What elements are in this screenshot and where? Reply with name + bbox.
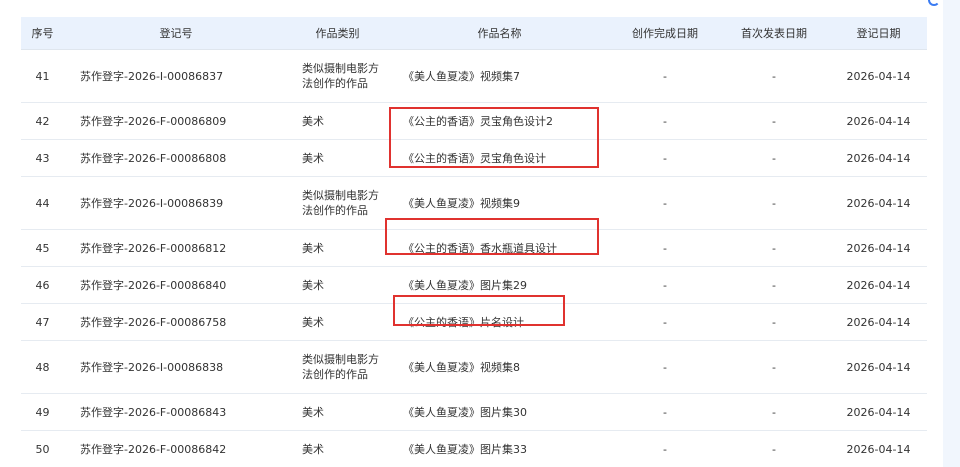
cell-completion-date: - [612,340,718,394]
header-work-name: 作品名称 [387,17,612,50]
cell-registration-date: 2026-04-14 [830,430,927,467]
cell-category: 类似摄制电影方法创作的作品 [288,340,387,394]
loading-spinner-icon [928,0,940,6]
table-row: 45 苏作登字-2026-F-00086812 美术 《公主的香语》香水瓶道具设… [21,229,927,267]
cell-category: 美术 [288,139,387,177]
cell-completion-date: - [612,49,718,103]
cell-index: 45 [21,229,64,267]
cell-work-name: 《美人鱼夏凌》图片集33 [387,430,612,467]
table-row: 42 苏作登字-2026-F-00086809 美术 《公主的香语》灵宝角色设计… [21,102,927,140]
header-registration-date: 登记日期 [830,17,927,50]
cell-registration-no: 苏作登字-2026-I-00086839 [64,176,288,230]
table-row: 49 苏作登字-2026-F-00086843 美术 《美人鱼夏凌》图片集30 … [21,393,927,431]
table-row: 46 苏作登字-2026-F-00086840 美术 《美人鱼夏凌》图片集29 … [21,266,927,304]
table-body: 41 苏作登字-2026-I-00086837 类似摄制电影方法创作的作品 《美… [21,49,927,467]
cell-work-name: 《公主的香语》灵宝角色设计 [387,139,612,177]
cell-registration-date: 2026-04-14 [830,176,927,230]
table-row: 47 苏作登字-2026-F-00086758 美术 《公主的香语》片名设计 -… [21,303,927,341]
header-registration-no: 登记号 [64,17,288,50]
cell-registration-date: 2026-04-14 [830,102,927,140]
cell-completion-date: - [612,139,718,177]
cell-index: 46 [21,266,64,304]
table-row: 43 苏作登字-2026-F-00086808 美术 《公主的香语》灵宝角色设计… [21,139,927,177]
cell-index: 42 [21,102,64,140]
table-row: 48 苏作登字-2026-I-00086838 类似摄制电影方法创作的作品 《美… [21,340,927,394]
cell-completion-date: - [612,430,718,467]
cell-work-name: 《美人鱼夏凌》视频集9 [387,176,612,230]
cell-category: 美术 [288,266,387,304]
cell-index: 48 [21,340,64,394]
cell-first-publish-date: - [718,49,830,103]
cell-registration-date: 2026-04-14 [830,303,927,341]
cell-completion-date: - [612,176,718,230]
cell-work-name: 《美人鱼夏凌》视频集7 [387,49,612,103]
cell-work-name: 《美人鱼夏凌》视频集8 [387,340,612,394]
header-category: 作品类别 [288,17,387,50]
cell-category: 美术 [288,393,387,431]
cell-index: 41 [21,49,64,103]
cell-completion-date: - [612,266,718,304]
cell-first-publish-date: - [718,229,830,267]
cell-registration-date: 2026-04-14 [830,229,927,267]
cell-index: 49 [21,393,64,431]
table-row: 41 苏作登字-2026-I-00086837 类似摄制电影方法创作的作品 《美… [21,49,927,103]
cell-completion-date: - [612,303,718,341]
header-first-publish-date: 首次发表日期 [718,17,830,50]
header-row: 序号 登记号 作品类别 作品名称 创作完成日期 首次发表日期 登记日期 [21,17,927,50]
cell-category: 美术 [288,102,387,140]
cell-index: 50 [21,430,64,467]
cell-category: 类似摄制电影方法创作的作品 [288,49,387,103]
registration-table: 序号 登记号 作品类别 作品名称 创作完成日期 首次发表日期 登记日期 41 苏… [21,17,927,467]
cell-registration-no: 苏作登字-2026-F-00086809 [64,102,288,140]
header-index: 序号 [21,17,64,50]
cell-first-publish-date: - [718,430,830,467]
cell-first-publish-date: - [718,393,830,431]
cell-first-publish-date: - [718,266,830,304]
cell-index: 43 [21,139,64,177]
cell-registration-no: 苏作登字-2026-I-00086837 [64,49,288,103]
cell-registration-no: 苏作登字-2026-F-00086842 [64,430,288,467]
cell-completion-date: - [612,393,718,431]
cell-registration-no: 苏作登字-2026-F-00086808 [64,139,288,177]
cell-work-name: 《美人鱼夏凌》图片集29 [387,266,612,304]
cell-category: 美术 [288,430,387,467]
cell-registration-date: 2026-04-14 [830,393,927,431]
table-row: 50 苏作登字-2026-F-00086842 美术 《美人鱼夏凌》图片集33 … [21,430,927,467]
cell-work-name: 《公主的香语》灵宝角色设计2 [387,102,612,140]
cell-completion-date: - [612,102,718,140]
cell-completion-date: - [612,229,718,267]
cell-first-publish-date: - [718,340,830,394]
table-header: 序号 登记号 作品类别 作品名称 创作完成日期 首次发表日期 登记日期 [21,17,927,50]
cell-registration-date: 2026-04-14 [830,139,927,177]
cell-registration-date: 2026-04-14 [830,49,927,103]
header-completion-date: 创作完成日期 [612,17,718,50]
page: 序号 登记号 作品类别 作品名称 创作完成日期 首次发表日期 登记日期 41 苏… [0,0,960,467]
cell-first-publish-date: - [718,139,830,177]
cell-work-name: 《公主的香语》香水瓶道具设计 [387,229,612,267]
cell-registration-no: 苏作登字-2026-F-00086843 [64,393,288,431]
cell-registration-no: 苏作登字-2026-F-00086812 [64,229,288,267]
cell-first-publish-date: - [718,102,830,140]
registration-table-container: 序号 登记号 作品类别 作品名称 创作完成日期 首次发表日期 登记日期 41 苏… [21,17,927,467]
cell-registration-date: 2026-04-14 [830,340,927,394]
cell-first-publish-date: - [718,176,830,230]
side-panel [943,0,960,467]
cell-registration-no: 苏作登字-2026-I-00086838 [64,340,288,394]
table-row: 44 苏作登字-2026-I-00086839 类似摄制电影方法创作的作品 《美… [21,176,927,230]
cell-registration-no: 苏作登字-2026-F-00086840 [64,266,288,304]
cell-index: 47 [21,303,64,341]
cell-index: 44 [21,176,64,230]
cell-registration-no: 苏作登字-2026-F-00086758 [64,303,288,341]
cell-category: 美术 [288,303,387,341]
cell-registration-date: 2026-04-14 [830,266,927,304]
cell-category: 美术 [288,229,387,267]
cell-work-name: 《美人鱼夏凌》图片集30 [387,393,612,431]
cell-first-publish-date: - [718,303,830,341]
cell-work-name: 《公主的香语》片名设计 [387,303,612,341]
cell-category: 类似摄制电影方法创作的作品 [288,176,387,230]
